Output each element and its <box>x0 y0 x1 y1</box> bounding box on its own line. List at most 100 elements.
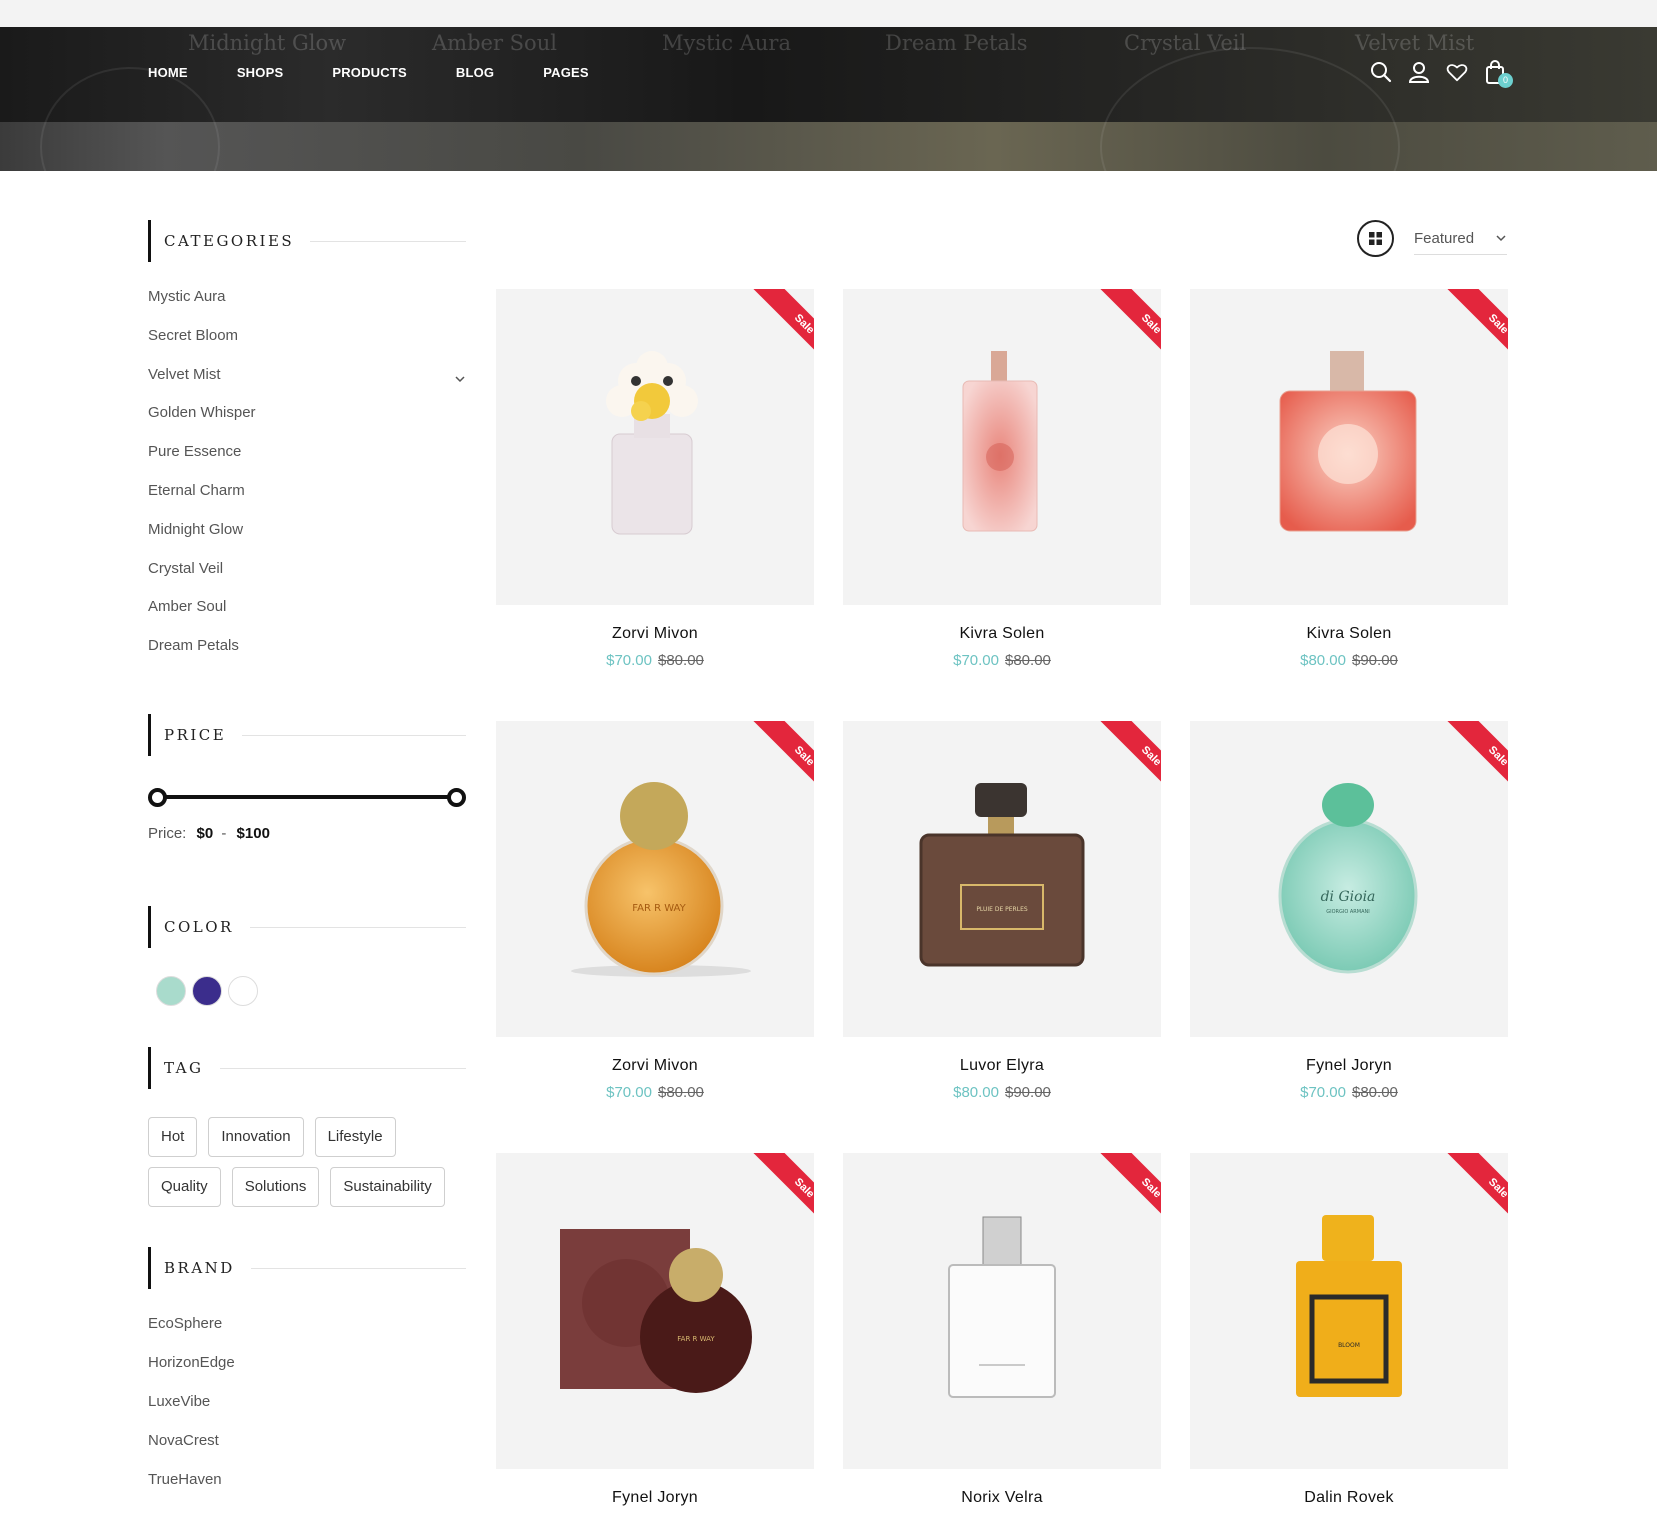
product-image[interactable]: Sale <box>843 1153 1161 1469</box>
brand-heading: BRAND <box>148 1247 466 1289</box>
banner-image <box>0 122 1657 171</box>
color-swatch-white[interactable] <box>228 976 258 1006</box>
original-price: $80.00 <box>658 652 704 669</box>
product-card[interactable]: Sale Norix Velra <box>843 1153 1161 1516</box>
category-item[interactable]: Golden Whisper <box>148 400 466 439</box>
product-image[interactable]: Sale <box>496 289 814 605</box>
product-name[interactable]: Dalin Rovek <box>1190 1489 1508 1507</box>
product-card[interactable]: PLUIE DE PERLES Sale Luvor Elyra $80.00 $… <box>843 721 1161 1153</box>
divider <box>249 926 466 928</box>
tag-solutions[interactable]: Solutions <box>231 1167 320 1207</box>
tag-list: Hot Innovation Lifestyle Quality Solutio… <box>148 1117 466 1207</box>
banner-label: Midnight Glow <box>188 31 347 55</box>
product-image[interactable]: FAR R WAY Sale <box>496 721 814 1037</box>
product-card[interactable]: di Gioia GIORGIO ARMANI Sale Fynel Joryn… <box>1190 721 1508 1153</box>
heart-icon[interactable] <box>1446 60 1468 84</box>
banner-label: Crystal Veil <box>1124 31 1247 55</box>
sale-price: $70.00 <box>606 652 652 669</box>
product-name[interactable]: Fynel Joryn <box>1190 1057 1508 1075</box>
brand-item[interactable]: HorizonEdge <box>148 1350 466 1389</box>
product-card[interactable]: Sale Kivra Solen $80.00 $90.00 <box>1190 289 1508 721</box>
category-list: Mystic Aura Secret Bloom Velvet Mist Gol… <box>148 284 466 672</box>
sale-price: $70.00 <box>953 652 999 669</box>
product-name[interactable]: Fynel Joryn <box>496 1489 814 1507</box>
tag-quality[interactable]: Quality <box>148 1167 221 1207</box>
slider-max-handle[interactable] <box>447 788 466 807</box>
brand-list: EcoSphere HorizonEdge LuxeVibe NovaCrest… <box>148 1311 466 1506</box>
bottle-label: di Gioia <box>1321 889 1376 905</box>
brand-item[interactable]: NovaCrest <box>148 1428 466 1467</box>
category-item[interactable]: Amber Soul <box>148 594 466 633</box>
product-name[interactable]: Norix Velra <box>843 1489 1161 1507</box>
tag-sustainability[interactable]: Sustainability <box>330 1167 445 1207</box>
divider <box>310 240 466 242</box>
price-slider[interactable] <box>148 786 466 808</box>
banner-label: Dream Petals <box>885 31 1028 55</box>
nav-pages[interactable]: PAGES <box>543 65 589 80</box>
category-item[interactable]: Dream Petals <box>148 633 466 672</box>
tag-innovation[interactable]: Innovation <box>208 1117 304 1157</box>
sale-price: $70.00 <box>606 1084 652 1101</box>
tag-filter: TAG Hot Innovation Lifestyle Quality Sol… <box>148 1047 466 1207</box>
product-name[interactable]: Zorvi Mivon <box>496 625 814 643</box>
product-card[interactable]: Sale Kivra Solen $70.00 $80.00 <box>843 289 1161 721</box>
brand-item[interactable]: TrueHaven <box>148 1467 466 1506</box>
original-price: $80.00 <box>658 1084 704 1101</box>
product-card[interactable]: Sale Zorvi Mivon $70.00 $80.00 <box>496 289 814 721</box>
chevron-down-icon[interactable] <box>454 368 466 394</box>
category-item[interactable]: Midnight Glow <box>148 517 466 556</box>
slider-min-handle[interactable] <box>148 788 167 807</box>
nav-home[interactable]: HOME <box>148 65 188 80</box>
tag-hot[interactable]: Hot <box>148 1117 198 1157</box>
category-item[interactable]: Crystal Veil <box>148 556 466 595</box>
product-image[interactable]: FAR R WAY Sale <box>496 1153 814 1469</box>
sale-badge: Sale <box>1440 289 1508 357</box>
original-price: $90.00 <box>1005 1084 1051 1101</box>
main-nav: HOME SHOPS PRODUCTS BLOG PAGES <box>148 65 638 80</box>
product-image[interactable]: Sale <box>1190 289 1508 605</box>
color-swatch-indigo[interactable] <box>192 976 222 1006</box>
product-price: $70.00 $80.00 <box>1190 1084 1508 1101</box>
user-icon[interactable] <box>1408 60 1430 84</box>
product-image[interactable]: BLOOM Sale <box>1190 1153 1508 1469</box>
banner-label: Amber Soul <box>432 31 557 55</box>
brand-item[interactable]: EcoSphere <box>148 1311 466 1350</box>
banner-decor <box>1100 47 1400 171</box>
product-image[interactable]: PLUIE DE PERLES Sale <box>843 721 1161 1037</box>
category-item[interactable]: Velvet Mist <box>148 362 466 401</box>
top-strip <box>0 0 1657 27</box>
bag-icon[interactable]: 0 <box>1484 60 1513 88</box>
sort-select[interactable]: Featured <box>1414 222 1507 255</box>
product-image[interactable]: di Gioia GIORGIO ARMANI Sale <box>1190 721 1508 1037</box>
tag-lifestyle[interactable]: Lifestyle <box>314 1117 396 1157</box>
category-item[interactable]: Secret Bloom <box>148 323 466 362</box>
sale-price: $70.00 <box>1300 1084 1346 1101</box>
product-name[interactable]: Kivra Solen <box>843 625 1161 643</box>
brand-title: BRAND <box>164 1259 235 1277</box>
product-name[interactable]: Kivra Solen <box>1190 625 1508 643</box>
nav-shops[interactable]: SHOPS <box>237 65 284 80</box>
tag-title: TAG <box>164 1059 204 1077</box>
product-card[interactable]: FAR R WAY Sale Zorvi Mivon $70.00 $80.00 <box>496 721 814 1153</box>
category-item[interactable]: Mystic Aura <box>148 284 466 323</box>
category-item[interactable]: Eternal Charm <box>148 478 466 517</box>
product-price: $80.00 $90.00 <box>1190 652 1508 669</box>
product-card[interactable]: BLOOM Sale Dalin Rovek <box>1190 1153 1508 1516</box>
category-item[interactable]: Pure Essence <box>148 439 466 478</box>
product-name[interactable]: Zorvi Mivon <box>496 1057 814 1075</box>
original-price: $80.00 <box>1005 652 1051 669</box>
product-card[interactable]: FAR R WAY Sale Fynel Joryn <box>496 1153 814 1516</box>
nav-blog[interactable]: BLOG <box>456 65 494 80</box>
nav-products[interactable]: PRODUCTS <box>332 65 407 80</box>
search-icon[interactable] <box>1370 60 1392 84</box>
sale-badge: Sale <box>1440 1153 1508 1221</box>
bottle-label: PLUIE DE PERLES <box>976 906 1028 913</box>
slider-track <box>156 795 458 799</box>
color-swatch-mint[interactable] <box>156 976 186 1006</box>
brand-item[interactable]: LuxeVibe <box>148 1389 466 1428</box>
product-image[interactable]: Sale <box>843 289 1161 605</box>
grid-view-button[interactable] <box>1357 220 1394 257</box>
bottle-label: FAR R WAY <box>677 1335 715 1343</box>
price-heading: PRICE <box>148 714 466 756</box>
product-name[interactable]: Luvor Elyra <box>843 1057 1161 1075</box>
